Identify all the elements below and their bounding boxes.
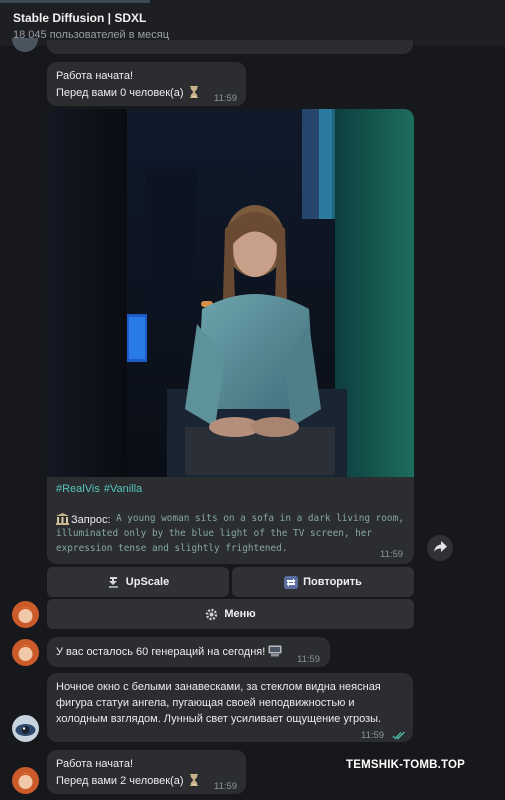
message-bubble: У вас осталось 60 генераций на сегодня! … [47,637,330,667]
message-text: У вас осталось 60 генераций на сегодня! [56,646,266,658]
query-label: Запрос: [71,514,111,526]
hourglass-icon [189,86,199,103]
message-bubble: Работа начата! Перед вами 2 человек(а) 1… [47,750,246,794]
upscale-button[interactable]: UpScale [47,567,229,597]
header-accent [0,0,150,3]
hashtags: #RealVis #Vanilla [56,483,146,495]
message-line: Перед вами 0 человек(а) [56,87,184,99]
menu-label: Меню [224,608,256,620]
message-text: Ночное окно с белыми занавесками, за сте… [56,681,382,725]
repeat-label: Повторить [303,576,362,588]
hashtag-link[interactable]: #RealVis [56,483,100,495]
hashtag-link[interactable]: #Vanilla [104,483,142,495]
repeat-button[interactable]: Повторить [232,567,414,597]
generated-image[interactable] [47,109,414,477]
message-time: 11:59 [361,730,385,741]
classical-building-icon [56,513,69,528]
bot-avatar[interactable] [12,767,39,794]
upscale-icon [107,576,120,589]
user-avatar[interactable] [12,715,39,742]
query-label-wrap: Запрос: [56,513,111,528]
image-message: #RealVis #Vanilla A young woman sits on a… [47,109,414,564]
bot-avatar[interactable] [12,639,39,666]
message-time: 11:59 [214,93,238,104]
message-line: Работа начата! [56,758,133,770]
menu-button[interactable]: Меню [47,599,414,629]
message-line: Работа начата! [56,70,133,82]
repeat-icon [284,575,299,589]
message-time: 11:59 [214,781,238,792]
message-time: 11:59 [380,549,404,560]
message-time: 11:59 [297,654,321,665]
computer-icon [268,645,282,662]
forward-icon [433,539,447,557]
message-bubble: Ночное окно с белыми занавесками, за сте… [47,673,413,742]
double-check-icon [392,729,406,745]
message-bubble-partial [47,40,413,54]
gear-icon [205,608,218,621]
bot-avatar[interactable] [12,601,39,628]
watermark: TEMSHIK-TOMB.TOP [346,759,466,771]
upscale-label: UpScale [125,576,170,588]
hourglass-icon [189,774,199,791]
forward-button[interactable] [427,535,453,561]
avatar[interactable] [12,38,38,52]
message-bubble: Работа начата! Перед вами 0 человек(а) 1… [47,62,246,106]
chat-title[interactable]: Stable Diffusion | SDXL [13,11,146,25]
message-line: Перед вами 2 человек(а) [56,775,184,787]
